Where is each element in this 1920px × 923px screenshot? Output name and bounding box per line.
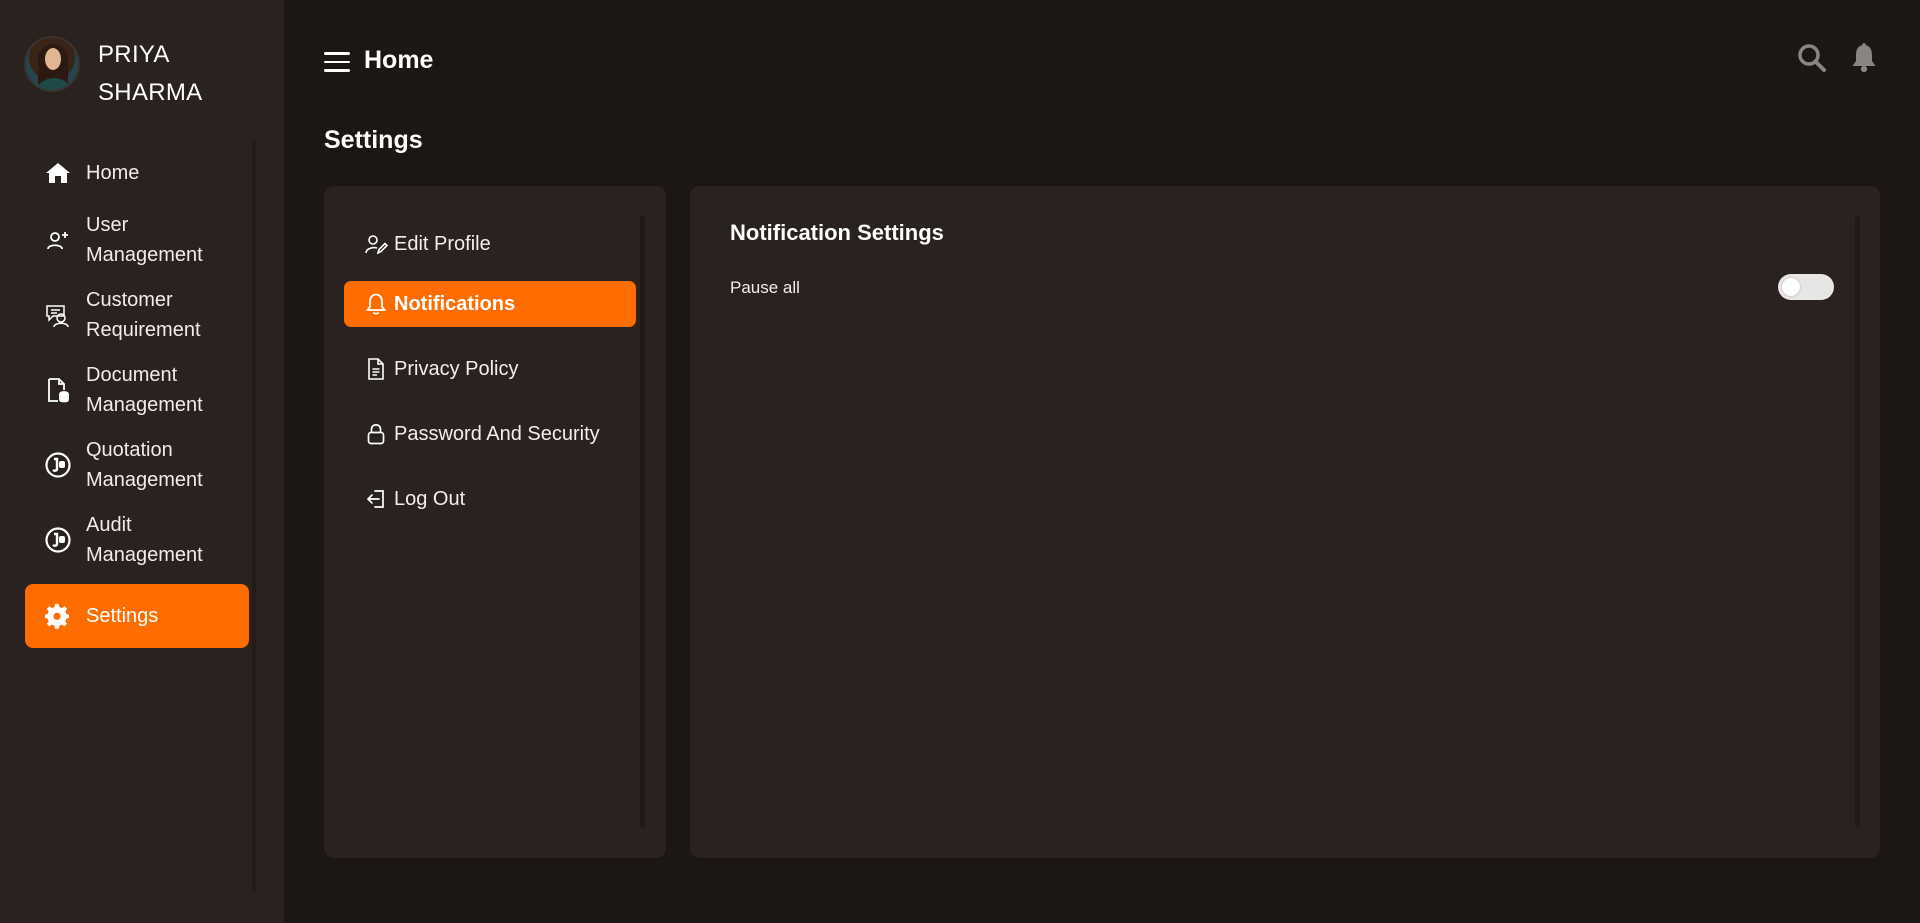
sidebar-item-settings[interactable]: Settings	[25, 584, 249, 648]
sidebar-item-label: Quotation Management	[86, 439, 203, 491]
settings-menu-scrollbar[interactable]	[640, 216, 645, 828]
gear-icon	[43, 601, 73, 631]
sidebar-item-customer-requirement[interactable]: Customer Requirement	[25, 279, 249, 351]
sidebar-item-label: Document Management	[86, 364, 203, 416]
bell-icon	[364, 292, 388, 316]
sidebar-item-quotation-management[interactable]: Quotation Management	[25, 429, 249, 501]
search-icon	[1798, 44, 1826, 72]
sidebar-item-home[interactable]: Home	[25, 146, 249, 200]
sidebar-item-audit-management[interactable]: Audit Management	[25, 504, 249, 576]
settings-menu-label: Password And Security	[394, 422, 600, 445]
header-title: Home	[364, 46, 434, 74]
user-add-icon	[43, 225, 73, 255]
settings-menu-label: Notifications	[394, 292, 516, 315]
hamburger-icon	[324, 52, 350, 55]
sidebar-item-label: Customer Requirement	[86, 289, 201, 341]
sidebar: PRIYA SHARMA Home User Management Custom…	[0, 0, 284, 923]
user-first-name: PRIYA	[98, 41, 170, 68]
lock-icon	[364, 422, 388, 446]
sidebar-item-label: Settings	[86, 605, 159, 627]
sidebar-item-user-management[interactable]: User Management	[25, 204, 249, 276]
settings-menu-notifications[interactable]: Notifications	[344, 281, 636, 327]
notifications-button[interactable]	[1848, 42, 1880, 74]
sidebar-scrollbar[interactable]	[252, 140, 256, 892]
page-title: Settings	[324, 126, 423, 154]
settings-menu-label: Edit Profile	[394, 232, 491, 255]
sidebar-item-label: Home	[86, 162, 140, 184]
pause-all-toggle[interactable]	[1778, 274, 1834, 300]
avatar[interactable]	[24, 36, 80, 92]
logout-icon	[364, 487, 388, 511]
menu-toggle-button[interactable]	[324, 52, 350, 72]
document-database-icon	[43, 375, 73, 405]
notification-settings-title: Notification Settings	[730, 220, 944, 245]
pause-all-label: Pause all	[730, 278, 800, 297]
quotation-icon	[43, 450, 73, 480]
toggle-knob	[1782, 278, 1800, 296]
document-icon	[364, 357, 388, 381]
settings-menu-log-out[interactable]: Log Out	[344, 476, 636, 522]
search-button[interactable]	[1796, 42, 1828, 74]
settings-menu-privacy-policy[interactable]: Privacy Policy	[344, 346, 636, 392]
user-last-name: SHARMA	[98, 79, 203, 106]
home-icon	[43, 158, 73, 188]
settings-menu-panel: Edit Profile Notifications Privacy Polic…	[324, 186, 666, 858]
user-edit-icon	[364, 232, 388, 256]
sidebar-nav: Home User Management Customer Requiremen…	[25, 146, 249, 648]
sidebar-item-document-management[interactable]: Document Management	[25, 354, 249, 426]
settings-menu-edit-profile[interactable]: Edit Profile	[344, 221, 636, 267]
content-scrollbar[interactable]	[1855, 216, 1860, 828]
notification-settings-panel: Notification Settings Pause all	[690, 186, 1880, 858]
user-profile[interactable]: PRIYA SHARMA	[24, 36, 238, 112]
bell-icon	[1852, 43, 1876, 73]
settings-menu-label: Privacy Policy	[394, 357, 519, 380]
settings-menu-password-security[interactable]: Password And Security	[344, 411, 636, 457]
audit-icon	[43, 525, 73, 555]
settings-menu-label: Log Out	[394, 487, 466, 510]
user-name: PRIYA SHARMA	[98, 36, 238, 112]
sidebar-item-label: User Management	[86, 214, 203, 266]
customer-chat-icon	[43, 300, 73, 330]
sidebar-item-label: Audit Management	[86, 514, 203, 566]
